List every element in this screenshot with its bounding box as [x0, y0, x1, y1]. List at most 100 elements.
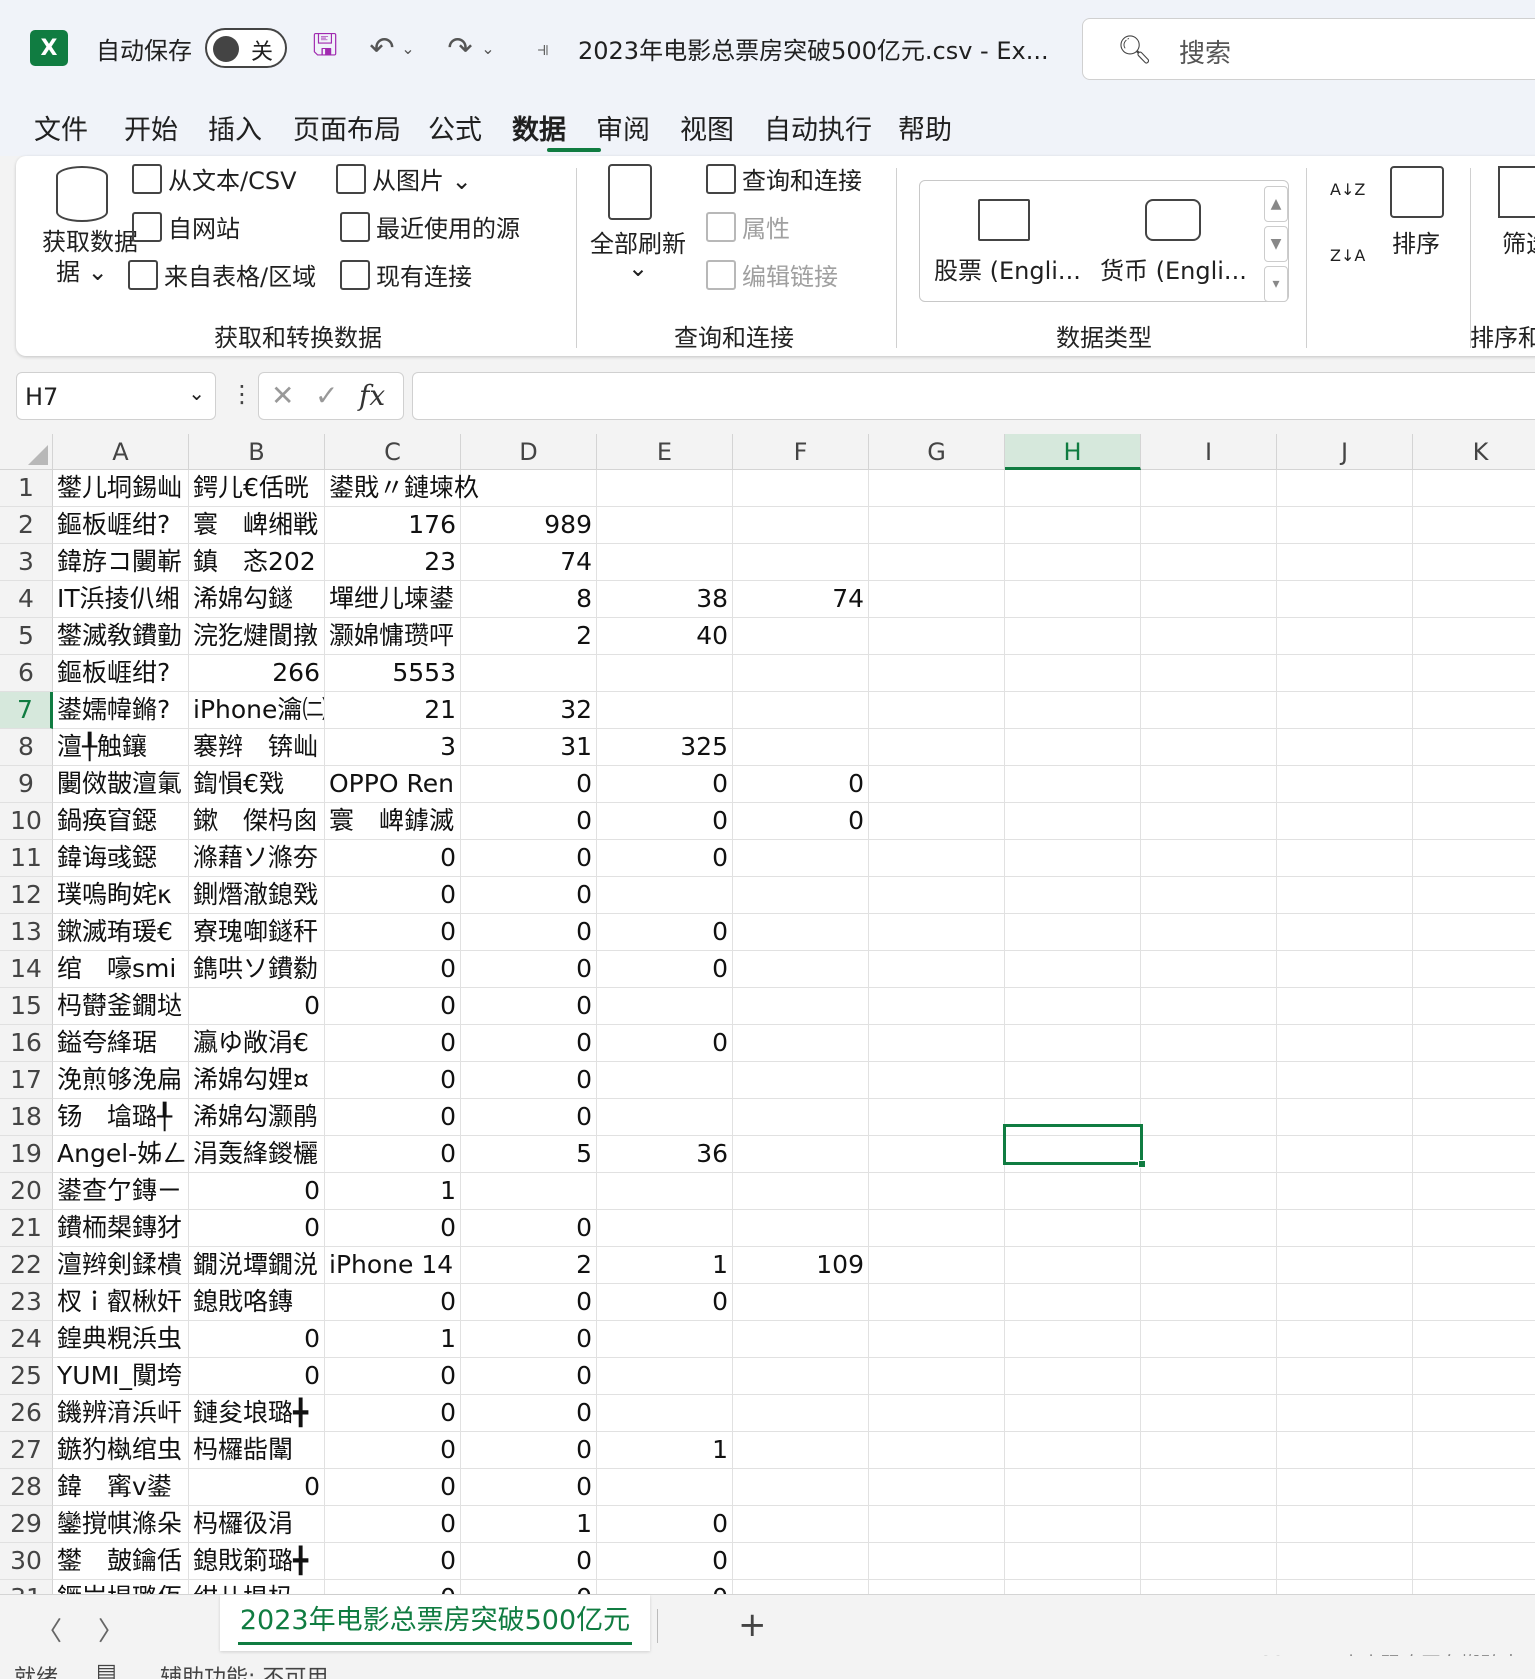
cell-h7[interactable] — [1005, 692, 1141, 729]
cell-a30[interactable]: 鐢 皷鑰佸 — [53, 1543, 189, 1580]
cell-j18[interactable] — [1277, 1099, 1413, 1136]
cell-a23[interactable]: 杈ｉ叡楸奸 — [53, 1284, 189, 1321]
cell-c10[interactable]: 寰 崥鎼滅 — [325, 803, 461, 840]
row-header-22[interactable]: 22 — [0, 1247, 53, 1284]
undo-icon[interactable]: ↶ — [362, 28, 402, 68]
cell-b12[interactable]: 鍘熸澈鎴戣 — [189, 877, 325, 914]
cell-b22[interactable]: 鐗涚墰鐗涚 — [189, 1247, 325, 1284]
cell-c13[interactable]: 0 — [325, 914, 461, 951]
row-header-29[interactable]: 29 — [0, 1506, 53, 1543]
cell-d21[interactable]: 0 — [461, 1210, 597, 1247]
cell-g15[interactable] — [869, 988, 1005, 1025]
cell-j20[interactable] — [1277, 1173, 1413, 1210]
cell-g17[interactable] — [869, 1062, 1005, 1099]
save-icon[interactable]: 🖫 — [305, 28, 345, 68]
from-table-button[interactable]: 来自表格/区域 — [128, 257, 316, 292]
cell-k1[interactable] — [1413, 470, 1535, 507]
cancel-icon[interactable]: ✕ — [271, 379, 294, 412]
cell-c3[interactable]: 23 — [325, 544, 461, 581]
cell-c28[interactable]: 0 — [325, 1469, 461, 1506]
cell-f20[interactable] — [733, 1173, 869, 1210]
cell-b3[interactable]: 鎮 忞202 — [189, 544, 325, 581]
cell-b9[interactable]: 鍧愪€戣 — [189, 766, 325, 803]
cell-d20[interactable] — [461, 1173, 597, 1210]
cell-h8[interactable] — [1005, 729, 1141, 766]
cell-h5[interactable] — [1005, 618, 1141, 655]
row-header-10[interactable]: 10 — [0, 803, 53, 840]
cell-j17[interactable] — [1277, 1062, 1413, 1099]
next-sheet-icon[interactable]: 〉 — [98, 1611, 124, 1648]
cell-e31[interactable]: 0 — [597, 1580, 733, 1594]
get-data-dropdown[interactable]: 据 ⌄ — [56, 252, 108, 287]
row-header-7[interactable]: 7 — [0, 692, 53, 729]
row-header-13[interactable]: 13 — [0, 914, 53, 951]
active-cell-border[interactable] — [1003, 1124, 1146, 1168]
cell-j22[interactable] — [1277, 1247, 1413, 1284]
row-header-17[interactable]: 17 — [0, 1062, 53, 1099]
cell-e14[interactable]: 0 — [597, 951, 733, 988]
cell-c18[interactable]: 0 — [325, 1099, 461, 1136]
cell-g5[interactable] — [869, 618, 1005, 655]
cell-h21[interactable] — [1005, 1210, 1141, 1247]
cell-h9[interactable] — [1005, 766, 1141, 803]
cell-g11[interactable] — [869, 840, 1005, 877]
tab-page-layout[interactable]: 页面布局 — [293, 108, 401, 147]
cell-d4[interactable]: 8 — [461, 581, 597, 618]
cell-h1[interactable] — [1005, 470, 1141, 507]
cell-i25[interactable] — [1141, 1358, 1277, 1395]
cell-a7[interactable]: 鍙嬬幃鏅? — [53, 692, 189, 729]
filter-button[interactable]: 筛选 — [1502, 224, 1535, 259]
cell-a12[interactable]: 璞嗚眴姹κ — [53, 877, 189, 914]
tab-help[interactable]: 帮助 — [898, 108, 952, 147]
cell-h27[interactable] — [1005, 1432, 1141, 1469]
cell-i7[interactable] — [1141, 692, 1277, 729]
cell-h2[interactable] — [1005, 507, 1141, 544]
cell-c21[interactable]: 0 — [325, 1210, 461, 1247]
cell-d5[interactable]: 2 — [461, 618, 597, 655]
from-text-csv-button[interactable]: 从文本/CSV — [132, 161, 297, 196]
cell-k27[interactable] — [1413, 1432, 1535, 1469]
cell-f16[interactable] — [733, 1025, 869, 1062]
cell-g21[interactable] — [869, 1210, 1005, 1247]
cell-c16[interactable]: 0 — [325, 1025, 461, 1062]
row-header-2[interactable]: 2 — [0, 507, 53, 544]
cell-k10[interactable] — [1413, 803, 1535, 840]
row-header-24[interactable]: 24 — [0, 1321, 53, 1358]
cell-c1[interactable]: 鍙戝〃鏈堜杦 — [325, 470, 479, 507]
cell-h15[interactable] — [1005, 988, 1141, 1025]
cell-a19[interactable]: Angel-姊ㄥ — [53, 1136, 189, 1173]
sheet-tab-active[interactable]: 2023年电影总票房突破500亿元 — [220, 1595, 650, 1651]
cell-e16[interactable]: 0 — [597, 1025, 733, 1062]
cell-g25[interactable] — [869, 1358, 1005, 1395]
cell-a18[interactable]: 钖 墖璐╀ — [53, 1099, 189, 1136]
cell-f28[interactable] — [733, 1469, 869, 1506]
cell-g27[interactable] — [869, 1432, 1005, 1469]
cell-i11[interactable] — [1141, 840, 1277, 877]
fill-handle[interactable] — [1138, 1160, 1146, 1168]
column-header-g[interactable]: G — [869, 434, 1005, 470]
cell-k28[interactable] — [1413, 1469, 1535, 1506]
cell-k19[interactable] — [1413, 1136, 1535, 1173]
redo-dropdown-icon[interactable]: ⌄ — [478, 28, 498, 68]
cell-j29[interactable] — [1277, 1506, 1413, 1543]
cell-j14[interactable] — [1277, 951, 1413, 988]
from-picture-button[interactable]: 从图片 ⌄ — [336, 161, 472, 196]
row-header-9[interactable]: 9 — [0, 766, 53, 803]
cell-h31[interactable] — [1005, 1580, 1141, 1594]
cell-e2[interactable] — [597, 507, 733, 544]
cell-d24[interactable]: 0 — [461, 1321, 597, 1358]
cell-b21[interactable]: 0 — [189, 1210, 325, 1247]
row-header-1[interactable]: 1 — [0, 470, 53, 507]
row-header-19[interactable]: 19 — [0, 1136, 53, 1173]
cell-a24[interactable]: 鍠典粯浜虫 — [53, 1321, 189, 1358]
cell-i2[interactable] — [1141, 507, 1277, 544]
cell-a21[interactable]: 鐨栭槼鏄犲 — [53, 1210, 189, 1247]
cell-i1[interactable] — [1141, 470, 1277, 507]
cell-f25[interactable] — [733, 1358, 869, 1395]
cell-c11[interactable]: 0 — [325, 840, 461, 877]
cell-k25[interactable] — [1413, 1358, 1535, 1395]
refresh-icon[interactable] — [608, 164, 652, 220]
cell-k24[interactable] — [1413, 1321, 1535, 1358]
cell-b30[interactable]: 鎴戝箣璐╋ — [189, 1543, 325, 1580]
cell-k30[interactable] — [1413, 1543, 1535, 1580]
